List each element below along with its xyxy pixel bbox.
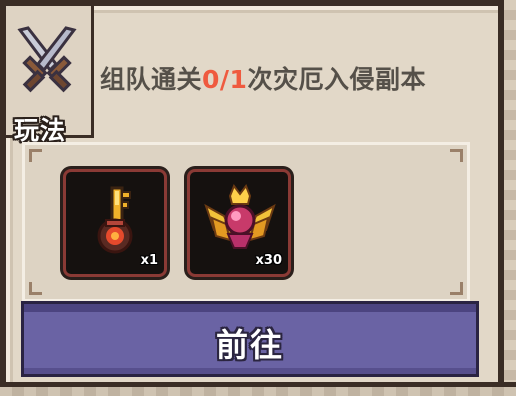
reward-slot-emblem[interactable]: x30 [187, 169, 291, 277]
mode-label: 玩法 [14, 116, 67, 145]
frame-corner [450, 149, 463, 162]
quest-title-prefix: 组队通关 [100, 65, 203, 94]
reward-slot-key[interactable]: x1 [63, 169, 167, 277]
fire-key-icon [97, 186, 133, 254]
winged-gem-emblem-icon [204, 183, 276, 249]
frame-corner [29, 149, 42, 162]
panel-edge-bottom [0, 382, 516, 396]
quest-title-suffix: 次灾厄入侵副本 [247, 65, 426, 94]
panel-edge-right [498, 0, 516, 396]
quest-progress: 0/1 [202, 65, 248, 94]
quest-title: 组队通关 0/1 次灾厄入侵副本 [100, 60, 426, 100]
go-button-label: 前往 [215, 326, 284, 364]
go-button[interactable]: 前往 [24, 304, 476, 374]
crossed-swords-icon [17, 26, 77, 93]
frame-corner [450, 282, 463, 295]
mode-tile[interactable]: 玩法 [6, 6, 94, 145]
reward-quantity: x30 [255, 253, 282, 268]
frame-corner [29, 282, 42, 295]
rewards-frame: x1 x30 [22, 142, 470, 302]
reward-quantity: x1 [140, 253, 158, 268]
